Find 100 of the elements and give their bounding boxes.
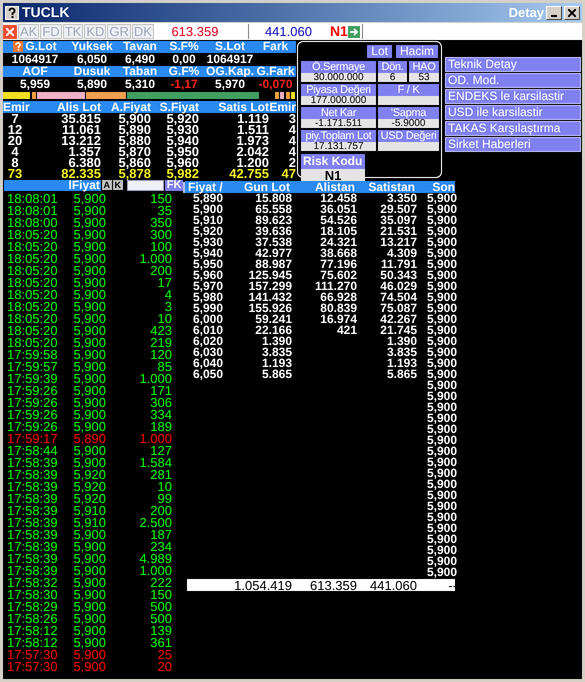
table-cell-text: 29.507 — [379, 204, 417, 215]
trade-lot: 1.000 — [138, 564, 172, 576]
trade-time: 17:58:39 — [6, 564, 59, 576]
table-cell-text: 5,900 — [426, 303, 457, 314]
field-value — [378, 142, 439, 151]
table-cell-text: 4.309 — [386, 248, 417, 259]
table-cell-text: 21.531 — [379, 226, 417, 237]
sort-handle[interactable] — [183, 182, 185, 192]
trade-time: 18:05:20 — [6, 324, 59, 336]
table-cell-text: 2.042 — [235, 146, 269, 158]
table-cell-text: 77.196 — [319, 259, 357, 270]
help-icon[interactable] — [5, 6, 19, 20]
trade-price: 5,900 — [72, 456, 106, 468]
table-cell-text: 1.357 — [68, 146, 101, 158]
table-cell-text: 5,980 — [192, 292, 224, 303]
close-icon[interactable] — [568, 8, 576, 16]
trade-lot: 350 — [149, 216, 172, 228]
trade-price: 5,900 — [72, 660, 106, 672]
column-header: Satistan — [367, 182, 415, 192]
small-button[interactable]: K — [112, 180, 123, 190]
table-cell-text: 5,900 — [426, 248, 457, 259]
table-cell-text: 3.350 — [386, 193, 417, 204]
table-cell-text: 5,990 — [192, 303, 224, 314]
stat-value: 0,00 — [172, 53, 196, 66]
trade-price: 5,900 — [72, 228, 106, 240]
trade-lot: 500 — [149, 600, 172, 612]
table-cell-text: 1.511 — [236, 124, 269, 136]
menu-item[interactable]: ENDEKS le karsilastir — [445, 89, 581, 104]
table-cell-text: 75.087 — [379, 303, 417, 314]
field-value: 30.000.000 — [301, 73, 376, 82]
menu-item[interactable]: USD ile karsilastir — [445, 105, 581, 120]
stat-value: 5,959 — [20, 78, 50, 90]
field-value: 177.000.000 — [301, 96, 376, 105]
table-cell-text: 4 — [288, 135, 296, 146]
trade-time: 17:57:30 — [6, 648, 59, 660]
menu-item[interactable]: TAKAS Karşılaştırma — [445, 121, 581, 136]
table-cell-text: 5,940 — [192, 248, 224, 259]
table-cell-text: 4 — [11, 146, 19, 158]
table-cell-text: 46.029 — [379, 281, 417, 292]
trade-time: 17:59:26 — [6, 420, 59, 432]
table-cell-text: 1.193 — [386, 358, 417, 369]
column-header: Dusuk — [74, 66, 110, 78]
trade-time: 17:58:29 — [6, 600, 59, 612]
table-cell-text: 2 — [288, 157, 296, 168]
trade-time: 17:58:39 — [6, 456, 59, 468]
small-button[interactable]: A — [102, 180, 112, 190]
trade-lot: 1.000 — [138, 252, 172, 264]
table-cell-text: 50.343 — [379, 270, 417, 281]
table-cell-text: 5,900 — [426, 446, 457, 457]
table-cell-text: 89.623 — [254, 215, 292, 226]
table-cell-text: 47 — [280, 168, 296, 180]
table-cell-text: 59.241 — [255, 314, 292, 325]
filter-button[interactable]: FK — [165, 180, 184, 190]
table-cell-text: 6,050 — [192, 369, 224, 380]
field-value — [378, 96, 439, 105]
table-cell-text: 5,900 — [426, 523, 457, 534]
trade-time: 18:05:20 — [6, 240, 59, 252]
trade-price: 5,900 — [72, 336, 106, 348]
table-cell-text: 5,900 — [426, 391, 457, 402]
menu-item[interactable]: OD. Mod. — [445, 73, 581, 88]
toggle-button[interactable]: Hacim — [396, 45, 438, 58]
table-cell-text: 5,900 — [426, 545, 457, 556]
trade-time: 18:05:20 — [6, 228, 59, 240]
trade-time: 17:58:26 — [6, 612, 59, 624]
table-cell-text: 421 — [336, 325, 357, 336]
trade-time: 17:59:17 — [6, 432, 59, 444]
minimize-button[interactable] — [546, 6, 562, 20]
menu-item[interactable]: Teknik Detay — [445, 57, 581, 72]
trade-price: 5,900 — [72, 552, 106, 564]
table-cell-text: 5,900 — [426, 369, 457, 380]
trade-price: 5,900 — [72, 636, 106, 648]
trade-lot: 189 — [149, 420, 172, 432]
table-cell-text: 4 — [288, 146, 296, 158]
table-cell-text: 5,930 — [192, 237, 224, 248]
close-button[interactable] — [564, 6, 580, 20]
table-cell-text: 5,890 — [193, 193, 224, 204]
trade-price: 5,900 — [72, 540, 106, 552]
trade-time: 18:05:20 — [6, 276, 59, 288]
window-subtitle: Detay — [508, 4, 544, 22]
trade-price: 5,900 — [72, 624, 106, 636]
trade-time: 17:58:39 — [6, 540, 59, 552]
trade-price: 5,900 — [72, 312, 106, 324]
trade-price: 5,900 — [72, 348, 106, 360]
table-cell-text: 5,860 — [117, 157, 151, 168]
filter-field[interactable] — [126, 180, 164, 190]
trade-lot: 85 — [158, 360, 172, 372]
trade-price: 5,920 — [72, 480, 106, 492]
table-cell-text: 5,900 — [426, 402, 457, 413]
arrow-icon[interactable] — [348, 26, 360, 38]
table-cell-text: 5,900 — [192, 204, 224, 215]
trade-lot: 4.989 — [138, 552, 172, 564]
menu-item[interactable]: Sirket Haberleri — [445, 137, 581, 152]
trade-lot: 423 — [149, 324, 172, 336]
toggle-button[interactable]: Lot — [367, 45, 392, 58]
trade-lot: 20 — [156, 660, 172, 672]
table-cell-text: 3.835 — [260, 347, 292, 358]
field-label: 'Sapma — [378, 107, 439, 119]
table-cell-text: 5,900 — [426, 413, 457, 424]
table-cell-text: 1.390 — [262, 336, 292, 347]
trade-lot: 127 — [150, 444, 172, 456]
